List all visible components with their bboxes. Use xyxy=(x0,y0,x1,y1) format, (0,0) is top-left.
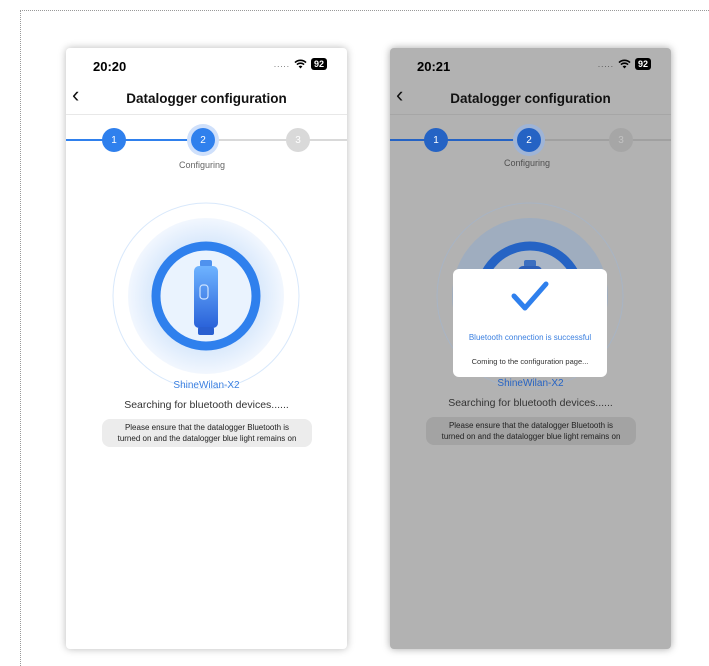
battery-icon: 92 xyxy=(310,58,327,70)
searching-status: Searching for bluetooth devices...... xyxy=(448,397,613,409)
step-3: 3 xyxy=(286,128,310,152)
tip-line-2: turned on and the datalogger blue light … xyxy=(441,432,621,441)
battery-icon: 92 xyxy=(634,58,651,70)
phone-screen-searching: 20:20 ..... 92 ‹ Datalogger configuratio… xyxy=(66,48,347,649)
tip-line-1: Please ensure that the datalogger Blueto… xyxy=(448,421,614,430)
phone-screen-connected: 20:21 ..... 92 ‹ Datalogger configuratio… xyxy=(390,48,671,649)
stepper-line-pending xyxy=(529,139,671,141)
nav-header: ‹ Datalogger configuration xyxy=(390,82,671,115)
stepper-line-done xyxy=(390,139,529,141)
step-1: 1 xyxy=(102,128,126,152)
step-label: Configuring xyxy=(179,160,226,170)
signal-dots-icon: ..... xyxy=(273,59,290,69)
tip-line-2: turned on and the datalogger blue light … xyxy=(117,434,297,443)
stepper-line-pending xyxy=(205,139,347,141)
signal-dots-icon: ..... xyxy=(597,59,614,69)
wifi-icon xyxy=(618,59,631,69)
status-time: 20:20 xyxy=(93,59,127,74)
wifi-icon xyxy=(294,59,307,69)
tip-banner: Please ensure that the datalogger Blueto… xyxy=(426,417,636,445)
connection-success-dialog: Bluetooth connection is successful Comin… xyxy=(453,269,607,377)
page-title: Datalogger configuration xyxy=(450,91,611,106)
status-icons: ..... 92 xyxy=(274,58,327,70)
nav-header: ‹ Datalogger configuration xyxy=(66,82,347,115)
device-name: ShineWilan-X2 xyxy=(173,380,240,391)
status-icons: ..... 92 xyxy=(598,58,651,70)
step-2: 2 xyxy=(517,128,541,152)
stepper-line-done xyxy=(66,139,205,141)
checkmark-icon xyxy=(511,281,549,311)
step-1: 1 xyxy=(424,128,448,152)
page-title: Datalogger configuration xyxy=(126,91,287,106)
tip-line-1: Please ensure that the datalogger Blueto… xyxy=(124,423,290,432)
searching-status: Searching for bluetooth devices...... xyxy=(124,399,289,411)
dialog-sub-message: Coming to the configuration page... xyxy=(471,357,589,366)
step-label: Configuring xyxy=(504,158,551,168)
device-name: ShineWilan-X2 xyxy=(497,378,564,389)
datalogger-illustration xyxy=(112,202,300,390)
step-2: 2 xyxy=(191,128,215,152)
step-3: 3 xyxy=(609,128,633,152)
tip-banner: Please ensure that the datalogger Blueto… xyxy=(102,419,312,447)
status-time: 20:21 xyxy=(417,59,451,74)
dialog-message: Bluetooth connection is successful xyxy=(468,333,592,342)
